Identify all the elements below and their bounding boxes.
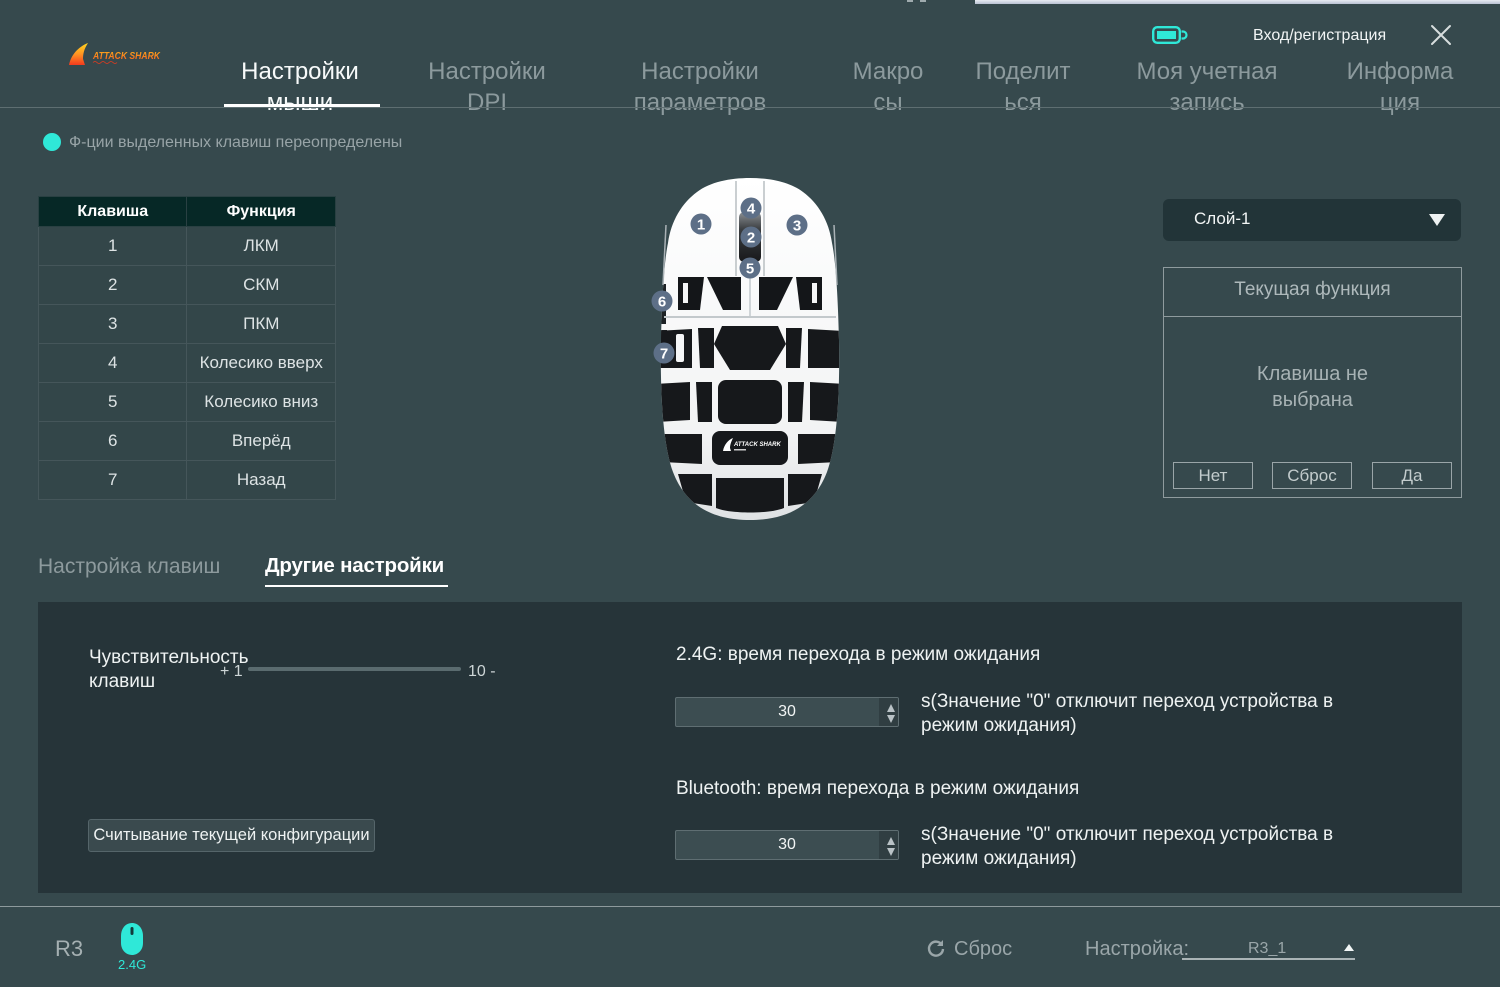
svg-text:ATTACK SHARK: ATTACK SHARK [92,50,161,62]
svg-text:7: 7 [660,346,668,363]
svg-text:4: 4 [747,201,756,218]
svg-text:5: 5 [746,261,754,278]
svg-text:3: 3 [793,218,801,235]
svg-text:ATTACK SHARK: ATTACK SHARK [733,442,781,448]
svg-text:2: 2 [747,230,755,247]
svg-text:1: 1 [697,217,705,234]
svg-text:6: 6 [658,294,666,311]
